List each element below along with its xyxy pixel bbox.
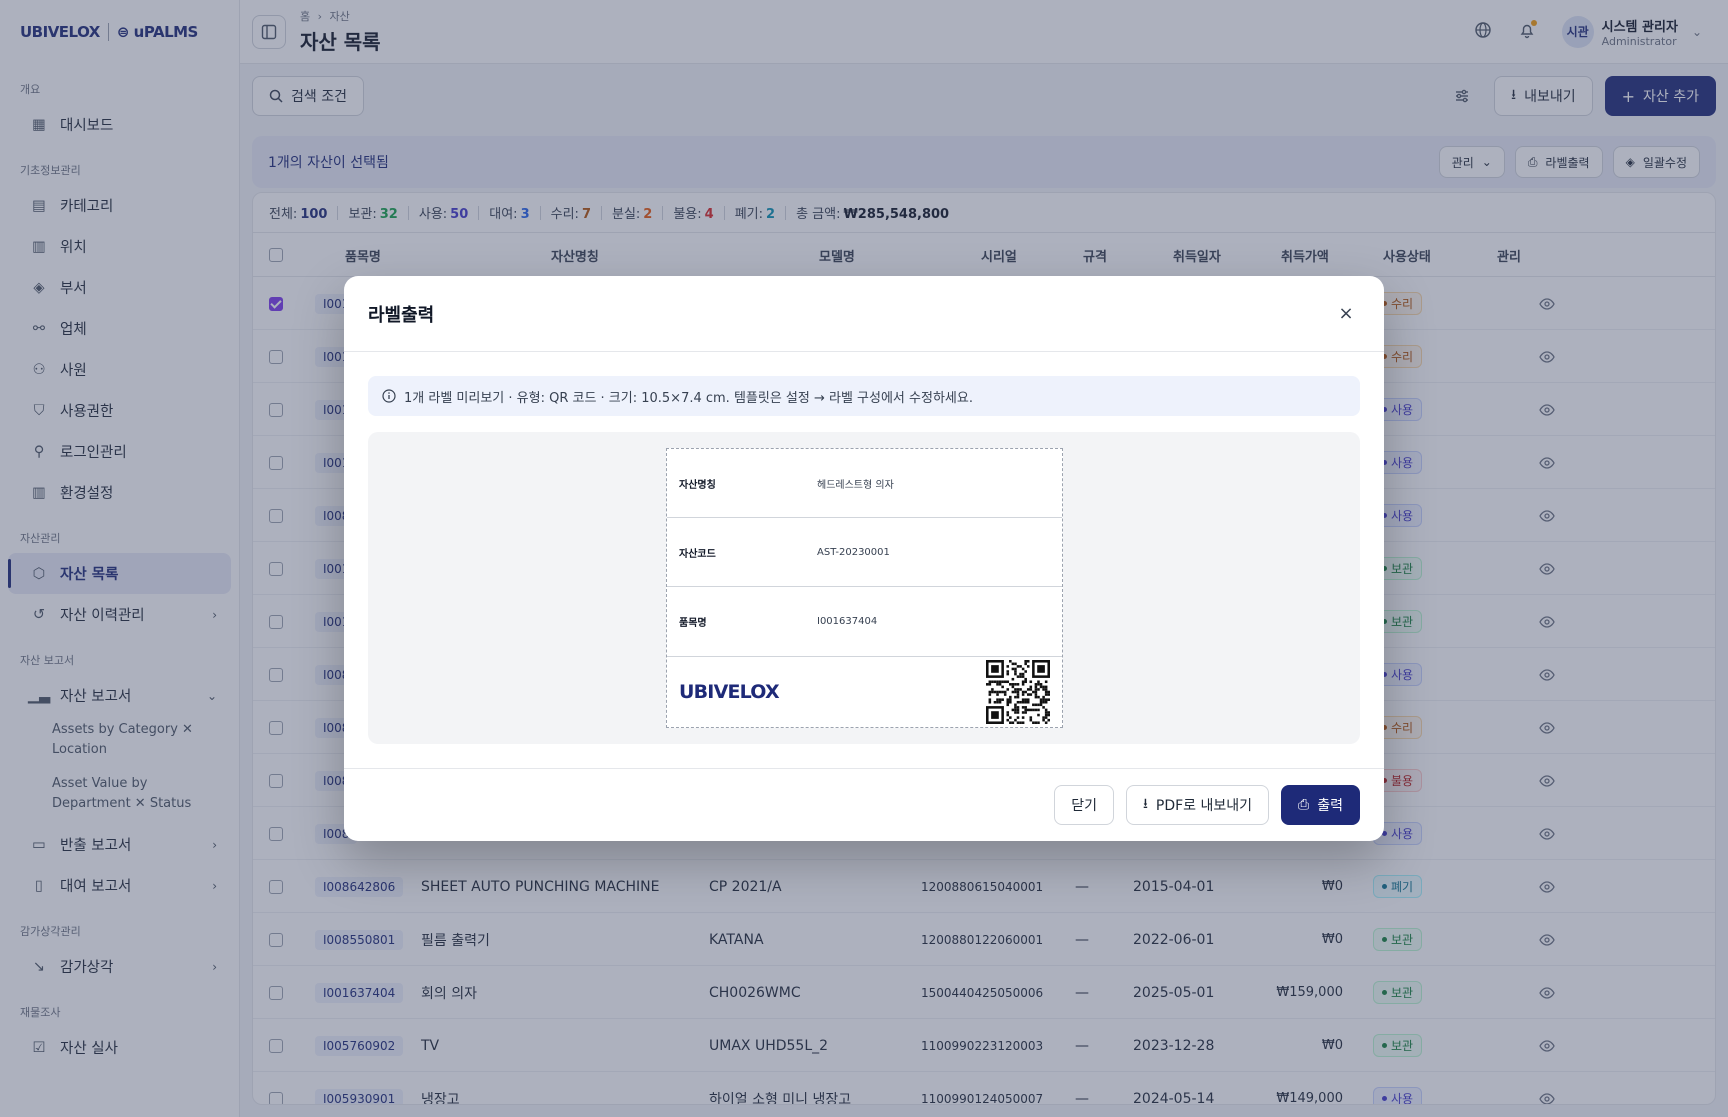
label-row: 품목명 I001637404 <box>667 587 1062 656</box>
label-preview-area: 자산명칭 헤드레스트형 의자 자산코드 AST-20230001 품목명 I00163… <box>368 432 1360 744</box>
close-label: 닫기 <box>1071 798 1097 814</box>
pdf-export-label: PDF로 내보내기 <box>1155 798 1253 814</box>
download-icon: ⭳ <box>1142 796 1148 812</box>
label-field-key: 자산명칭 <box>679 479 716 491</box>
label-brand-logo: UBIVELOX <box>679 680 780 703</box>
print-button[interactable]: ⎙ 출력 <box>1281 785 1360 825</box>
label-field-value: I001637404 <box>817 616 878 627</box>
qr-code-icon <box>986 659 1050 724</box>
modal-header: 라벨출력 × <box>344 276 1384 352</box>
label-field-key: 품목명 <box>679 618 707 629</box>
printer-icon: ⎙ <box>1298 797 1310 813</box>
label-field-value: AST-20230001 <box>817 546 890 558</box>
label-card: 자산명칭 헤드레스트형 의자 자산코드 AST-20230001 품목명 I00163… <box>666 448 1063 728</box>
close-icon[interactable]: × <box>1332 300 1360 328</box>
label-print-modal: 라벨출력 × 1개 라벨 미리보기 · 유형: QR 코드 · 크기: 10.5… <box>344 276 1384 841</box>
modal-footer: 닫기 ⭳ PDF로 내보내기 ⎙ 출력 <box>344 768 1384 841</box>
label-row: 자산코드 AST-20230001 <box>667 518 1062 587</box>
print-label: 출력 <box>1317 798 1343 814</box>
label-field-key: 자산코드 <box>679 548 716 560</box>
info-text: 1개 라벨 미리보기 · 유형: QR 코드 · 크기: 10.5×7.4 cm… <box>404 390 973 406</box>
modal-title: 라벨출력 <box>368 304 435 326</box>
close-button[interactable]: 닫기 <box>1054 785 1114 825</box>
pdf-export-button[interactable]: ⭳ PDF로 내보내기 <box>1125 785 1270 825</box>
label-row: 자산명칭 헤드레스트형 의자 <box>667 449 1062 518</box>
label-footer: UBIVELOX <box>667 656 1062 726</box>
label-field-value: 헤드레스트형 의자 <box>817 479 894 491</box>
info-banner: 1개 라벨 미리보기 · 유형: QR 코드 · 크기: 10.5×7.4 cm… <box>368 376 1360 416</box>
info-icon <box>382 389 396 403</box>
